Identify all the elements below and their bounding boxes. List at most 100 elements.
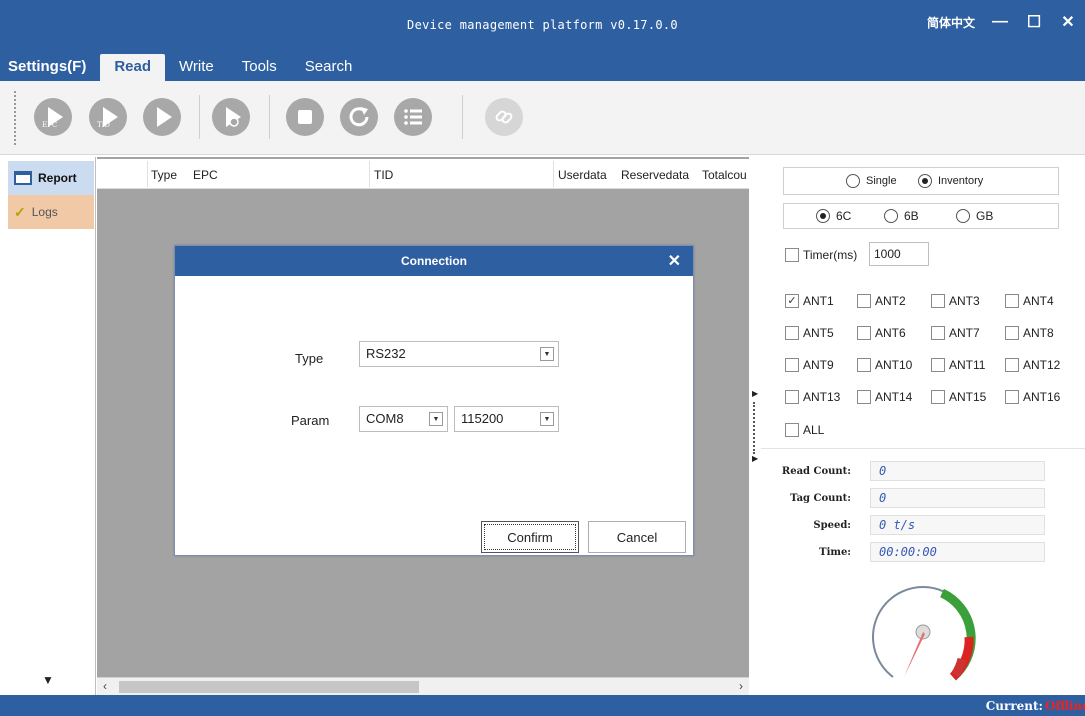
sidebar-item-logs[interactable]: ✓ Logs (8, 195, 94, 229)
checkbox-box[interactable] (931, 294, 945, 308)
chevron-down-icon[interactable]: ▼ (540, 412, 554, 426)
antenna-checkbox-4[interactable]: ANT4 (1005, 294, 1054, 308)
antenna-checkbox-7[interactable]: ANT7 (931, 326, 980, 340)
checkbox-box[interactable] (1005, 326, 1019, 340)
radio-circle[interactable] (846, 174, 860, 188)
scroll-left-icon[interactable]: ‹ (103, 679, 107, 693)
stop-button[interactable] (286, 98, 324, 136)
column-header-tid[interactable]: TID (374, 168, 393, 182)
toolbar: EPC TID (0, 81, 1085, 155)
timer-input[interactable]: 1000 (869, 242, 929, 266)
radio-6c[interactable]: 6C (816, 209, 851, 223)
radio-circle[interactable] (816, 209, 830, 223)
toolbar-grip[interactable] (14, 91, 16, 145)
radio-gb[interactable]: GB (956, 209, 993, 223)
connect-button[interactable] (485, 98, 523, 136)
checkbox-box[interactable] (785, 423, 799, 437)
horizontal-scrollbar[interactable]: ‹ › (97, 677, 749, 695)
antenna-checkbox-11[interactable]: ANT11 (931, 358, 985, 372)
tab-tools[interactable]: Tools (228, 54, 291, 81)
radio-circle[interactable] (884, 209, 898, 223)
column-header-totalcount[interactable]: Totalcou (702, 168, 749, 182)
chevron-down-icon[interactable]: ▼ (429, 412, 443, 426)
column-header-userdata[interactable]: Userdata (558, 168, 607, 182)
tab-write[interactable]: Write (165, 54, 228, 81)
checkbox-box[interactable] (1005, 358, 1019, 372)
dialog-header: Connection ✕ (175, 246, 693, 276)
baud-select[interactable]: 115200 ▼ (454, 406, 559, 432)
antenna-checkbox-10[interactable]: ANT10 (857, 358, 912, 372)
start-button[interactable] (143, 98, 181, 136)
antenna-checkbox-14[interactable]: ANT14 (857, 390, 912, 404)
antenna-checkbox-8[interactable]: ANT8 (1005, 326, 1054, 340)
antenna-checkbox-5[interactable]: ANT5 (785, 326, 834, 340)
splitter-grip[interactable] (753, 402, 755, 454)
close-icon[interactable]: ✕ (668, 251, 681, 271)
radio-single[interactable]: Single (846, 174, 897, 188)
read-epc-button[interactable]: EPC (34, 98, 72, 136)
timer-checkbox[interactable]: Timer(ms) (785, 248, 857, 262)
radio-inventory[interactable]: Inventory (918, 174, 983, 188)
maximize-icon[interactable]: ☐ (1025, 12, 1043, 32)
antenna-checkbox-9[interactable]: ANT9 (785, 358, 834, 372)
checkbox-box[interactable] (931, 390, 945, 404)
confirm-button[interactable]: Confirm (481, 521, 579, 553)
checkbox-box[interactable] (857, 358, 871, 372)
read-data-button[interactable] (212, 98, 250, 136)
scroll-right-icon[interactable]: › (739, 679, 743, 693)
minimize-icon[interactable]: — (991, 13, 1009, 31)
column-header-epc[interactable]: EPC (193, 168, 218, 182)
title-bar: Device management platform v0.17.0.0 简体中… (0, 0, 1085, 54)
tab-search[interactable]: Search (291, 54, 367, 81)
column-header-type[interactable]: Type (151, 168, 177, 182)
all-checkbox[interactable]: ALL (785, 423, 824, 437)
refresh-button[interactable] (340, 98, 378, 136)
expand-right-icon[interactable]: ▶ (752, 389, 758, 398)
antenna-label: ANT12 (1023, 358, 1061, 372)
radio-6b[interactable]: 6B (884, 209, 919, 223)
tab-read[interactable]: Read (100, 54, 166, 81)
expand-right-icon[interactable]: ▶ (752, 454, 758, 463)
speed-label: Speed: (813, 520, 851, 531)
antenna-checkbox-12[interactable]: ANT12 (1005, 358, 1060, 372)
checkbox-box[interactable] (1005, 390, 1019, 404)
antenna-checkbox-16[interactable]: ANT16 (1005, 390, 1060, 404)
radio-circle[interactable] (956, 209, 970, 223)
checkbox-box[interactable] (857, 326, 871, 340)
port-select[interactable]: COM8 ▼ (359, 406, 448, 432)
chevron-down-icon[interactable]: ▼ (42, 673, 54, 687)
window-controls: 简体中文 — ☐ ✕ (927, 12, 1085, 32)
antenna-checkbox-2[interactable]: ANT2 (857, 294, 906, 308)
antenna-checkbox-1[interactable]: ✓ ANT1 (785, 294, 834, 308)
checkbox-box[interactable] (931, 358, 945, 372)
checkbox-box[interactable] (785, 248, 799, 262)
panel-splitter[interactable]: ▶ ▶ (749, 157, 761, 695)
antenna-checkbox-15[interactable]: ANT15 (931, 390, 986, 404)
language-switch[interactable]: 简体中文 (927, 14, 975, 31)
scroll-thumb[interactable] (119, 681, 419, 693)
checkbox-box[interactable] (1005, 294, 1019, 308)
close-icon[interactable]: ✕ (1059, 12, 1077, 32)
radio-circle[interactable] (918, 174, 932, 188)
checkbox-box[interactable]: ✓ (785, 294, 799, 308)
checkbox-box[interactable] (931, 326, 945, 340)
column-header-reservedata[interactable]: Reservedata (621, 168, 689, 182)
checkbox-box[interactable] (785, 390, 799, 404)
sidebar-item-report[interactable]: Report (8, 161, 94, 195)
column-separator (553, 161, 554, 187)
antenna-checkbox-3[interactable]: ANT3 (931, 294, 980, 308)
type-select[interactable]: RS232 ▼ (359, 341, 559, 367)
checkbox-box[interactable] (785, 326, 799, 340)
antenna-checkbox-13[interactable]: ANT13 (785, 390, 840, 404)
chevron-down-icon[interactable]: ▼ (540, 347, 554, 361)
read-tid-button[interactable]: TID (89, 98, 127, 136)
checkbox-box[interactable] (785, 358, 799, 372)
tab-settings[interactable]: Settings(F) (0, 54, 100, 81)
cancel-button[interactable]: Cancel (588, 521, 686, 553)
antenna-label: ANT15 (949, 390, 987, 404)
list-menu-button[interactable] (394, 98, 432, 136)
antenna-checkbox-6[interactable]: ANT6 (857, 326, 906, 340)
checkbox-box[interactable] (857, 390, 871, 404)
link-icon (495, 110, 513, 124)
checkbox-box[interactable] (857, 294, 871, 308)
